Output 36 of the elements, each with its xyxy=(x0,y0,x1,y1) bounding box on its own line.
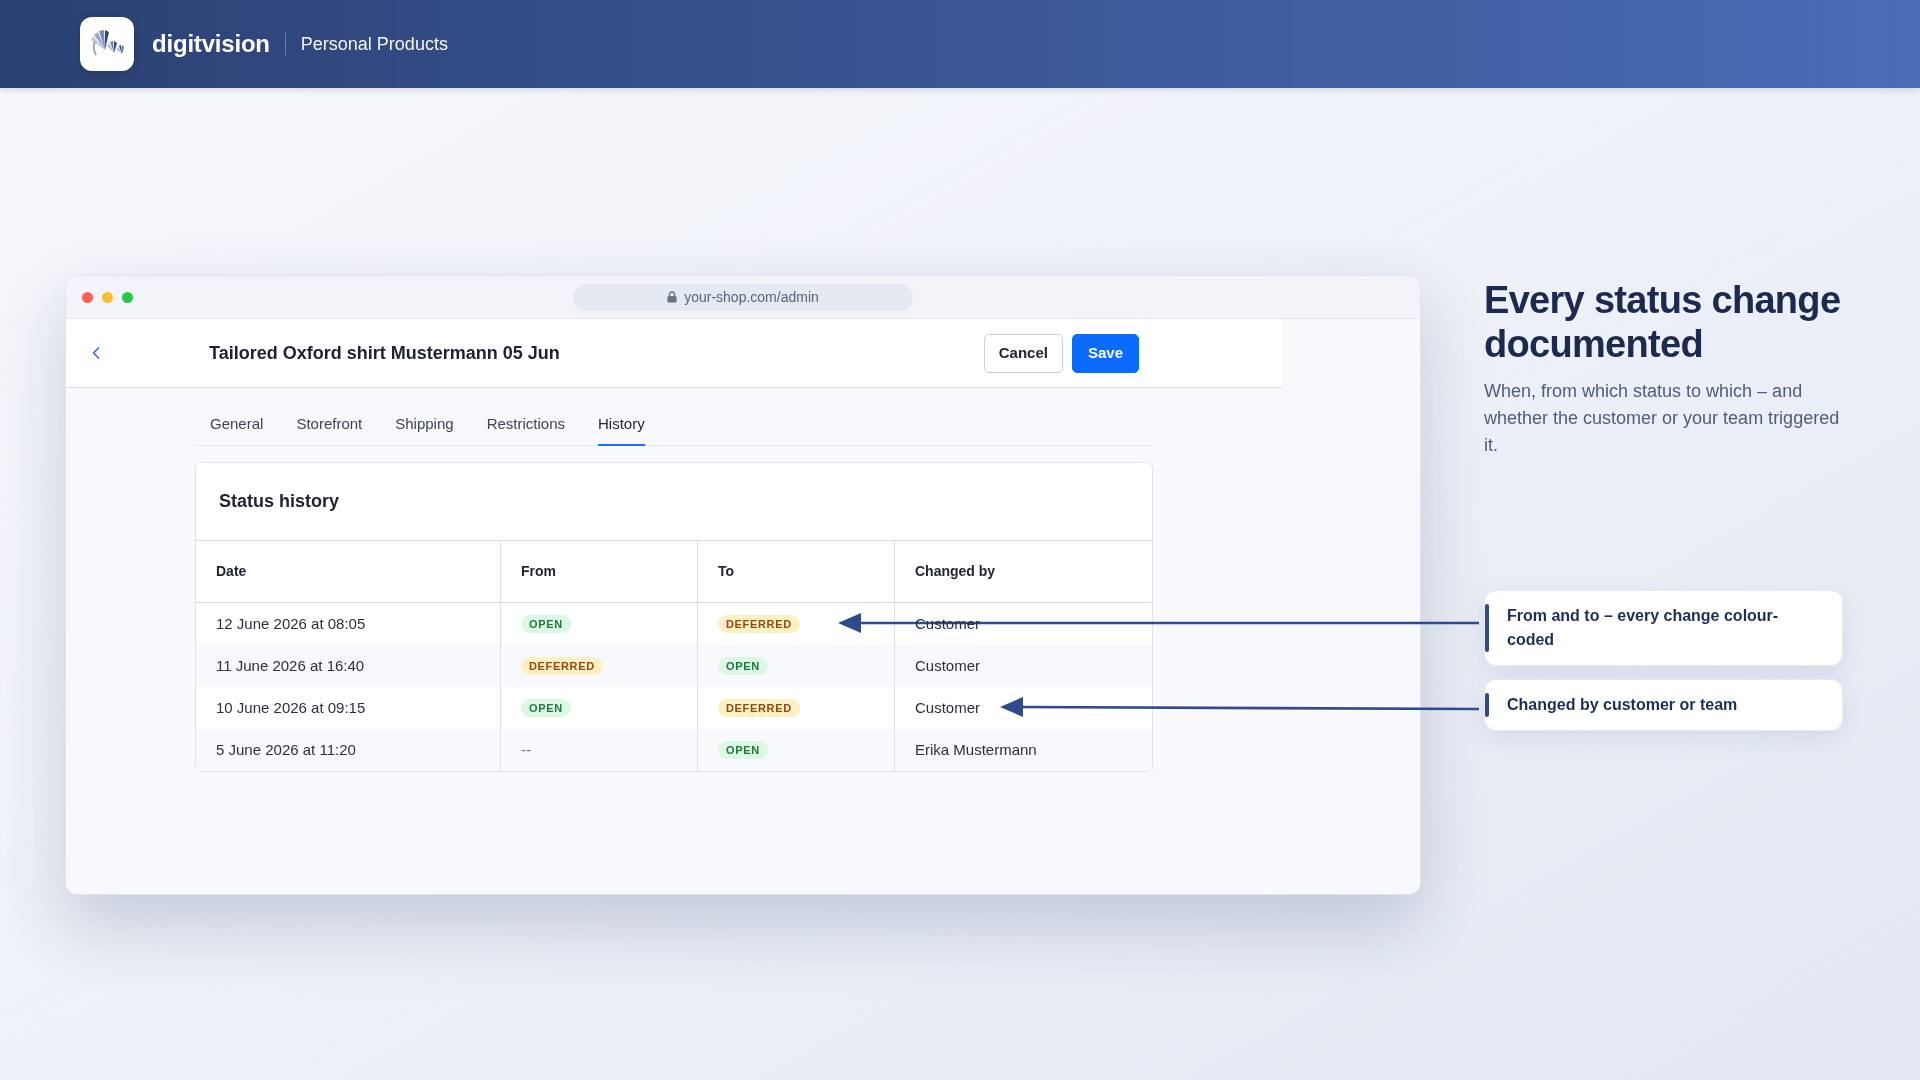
fan-logo-icon xyxy=(80,17,134,71)
table-cell-text: Customer xyxy=(914,655,982,676)
status-badge: OPEN xyxy=(521,699,571,717)
card-title: Status history xyxy=(219,490,340,513)
tab[interactable]: General xyxy=(210,414,264,446)
status-badge: OPEN xyxy=(718,741,768,759)
table-cell-text: Customer xyxy=(914,697,982,718)
product-name: Personal Products xyxy=(300,32,448,56)
status-badge: OPEN xyxy=(718,657,768,675)
cancel-button[interactable]: Cancel xyxy=(983,333,1063,373)
feature-heading: Every status change documented xyxy=(1484,278,1842,366)
table-cell-text: Erika Mustermann xyxy=(914,739,1038,760)
page-title: Tailored Oxford shirt Mustermann 05 Jun xyxy=(209,341,560,365)
column-header: Changed by xyxy=(914,562,997,581)
accent-bar xyxy=(1485,693,1489,717)
callout-text: From and to – every change colour-coded xyxy=(1507,606,1780,650)
tab[interactable]: Shipping xyxy=(395,414,454,446)
column-header: Date xyxy=(196,541,501,602)
status-badge: DEFERRED xyxy=(718,699,800,717)
address-bar[interactable]: your-shop.com/admin xyxy=(573,283,913,311)
status-badge: DEFERRED xyxy=(718,615,800,633)
column-header: To xyxy=(698,541,895,602)
lock-icon xyxy=(667,291,678,303)
brand-name: digitvision xyxy=(152,29,270,59)
table-cell: -- xyxy=(501,729,698,771)
feature-description: When, from which status to which – and whether the customer or your team triggered it. xyxy=(1484,380,1841,457)
tab[interactable]: Restrictions xyxy=(486,414,565,446)
status-badge: OPEN xyxy=(521,615,571,633)
table-cell: 5 June 2026 at 11:20 xyxy=(196,729,501,771)
callout-text: Changed by customer or team xyxy=(1507,695,1739,715)
save-button[interactable]: Save xyxy=(1071,333,1139,373)
column-header: From xyxy=(501,541,698,602)
tab[interactable]: Storefront xyxy=(296,414,363,446)
status-badge: DEFERRED xyxy=(521,657,603,675)
accent-bar xyxy=(1485,604,1489,652)
tab[interactable]: History xyxy=(598,414,645,446)
